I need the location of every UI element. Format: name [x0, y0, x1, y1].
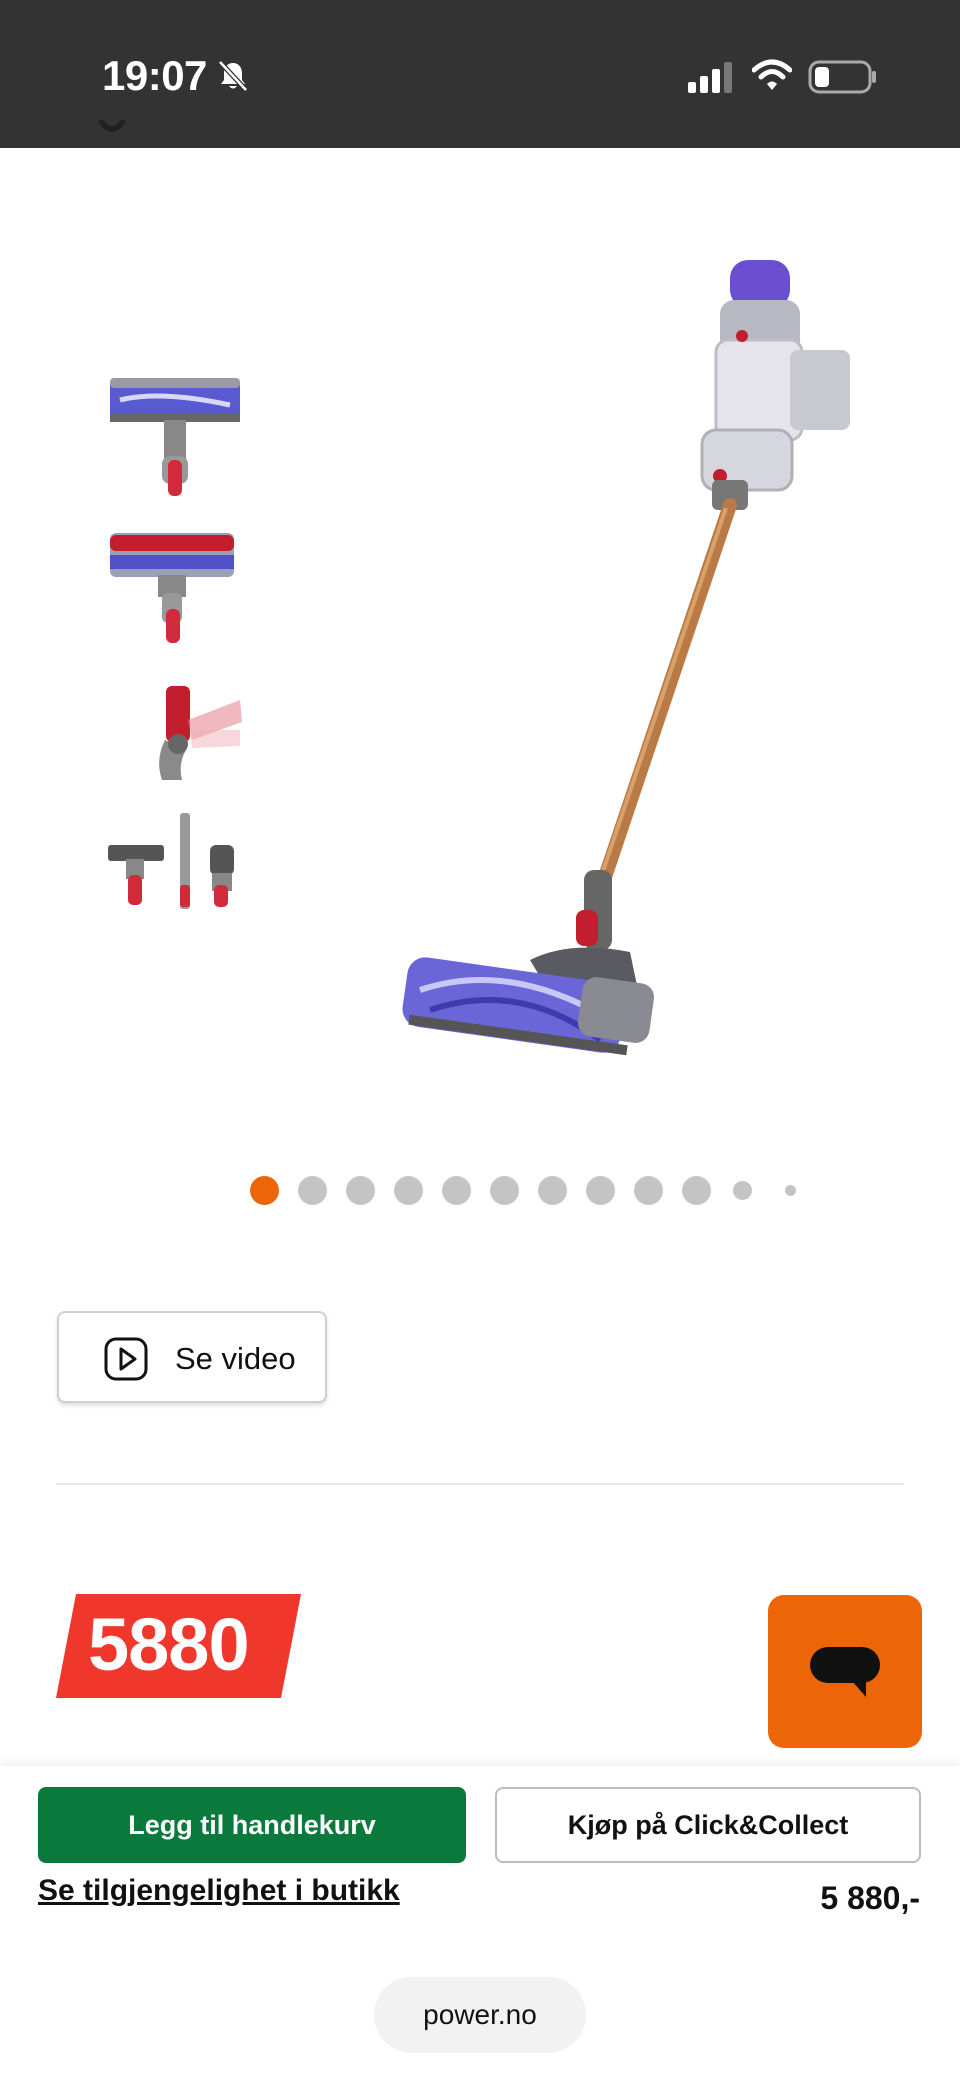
pagination-dot[interactable] [634, 1176, 663, 1205]
pagination-dot[interactable] [346, 1176, 375, 1205]
pagination-dot[interactable] [733, 1181, 752, 1200]
bell-slash-icon [218, 60, 248, 92]
store-availability-link[interactable]: Se tilgjengelighet i butikk [38, 1874, 400, 1908]
pagination-dot[interactable] [682, 1176, 711, 1205]
pagination-dot[interactable] [298, 1176, 327, 1205]
status-bar: 19:07 [0, 0, 960, 148]
title-fragment [97, 120, 127, 132]
chat-button[interactable] [768, 1595, 922, 1748]
see-video-button[interactable]: Se video [57, 1311, 327, 1403]
bottom-price: 5 880,- [820, 1880, 920, 1916]
price-badge: 5880 [56, 1594, 301, 1698]
play-icon [104, 1337, 148, 1381]
pagination-dot[interactable] [785, 1185, 796, 1196]
section-divider [56, 1483, 904, 1485]
click-and-collect-button[interactable]: Kjøp på Click&Collect [495, 1787, 921, 1863]
fluffy-head-thumbnail[interactable] [100, 505, 250, 645]
pagination-dot[interactable] [538, 1176, 567, 1205]
price-badge-value: 5880 [88, 1603, 250, 1686]
cellular-signal-icon [688, 62, 732, 93]
accessory-tools-thumbnail[interactable] [100, 805, 250, 945]
motorbar-head-thumbnail[interactable] [100, 360, 250, 500]
angled-adapter-thumbnail[interactable] [100, 660, 250, 800]
pagination-dot[interactable] [586, 1176, 615, 1205]
battery-low-icon [808, 60, 876, 94]
pagination-dot[interactable] [394, 1176, 423, 1205]
pagination-dot[interactable] [442, 1176, 471, 1205]
bottom-action-panel: Legg til handlekurv Kjøp på Click&Collec… [0, 1766, 960, 2087]
browser-url-bar[interactable]: power.no [374, 1977, 586, 2053]
wifi-icon [752, 59, 792, 90]
status-time: 19:07 [102, 52, 207, 99]
pagination-dot-active[interactable] [250, 1176, 279, 1205]
add-to-cart-button[interactable]: Legg til handlekurv [38, 1787, 466, 1863]
carousel-pagination [250, 1176, 810, 1206]
dyson-stick-vacuum-image[interactable] [390, 240, 870, 1090]
pagination-dot[interactable] [490, 1176, 519, 1205]
chat-bubble-icon [810, 1647, 880, 1697]
see-video-label: Se video [175, 1341, 296, 1376]
